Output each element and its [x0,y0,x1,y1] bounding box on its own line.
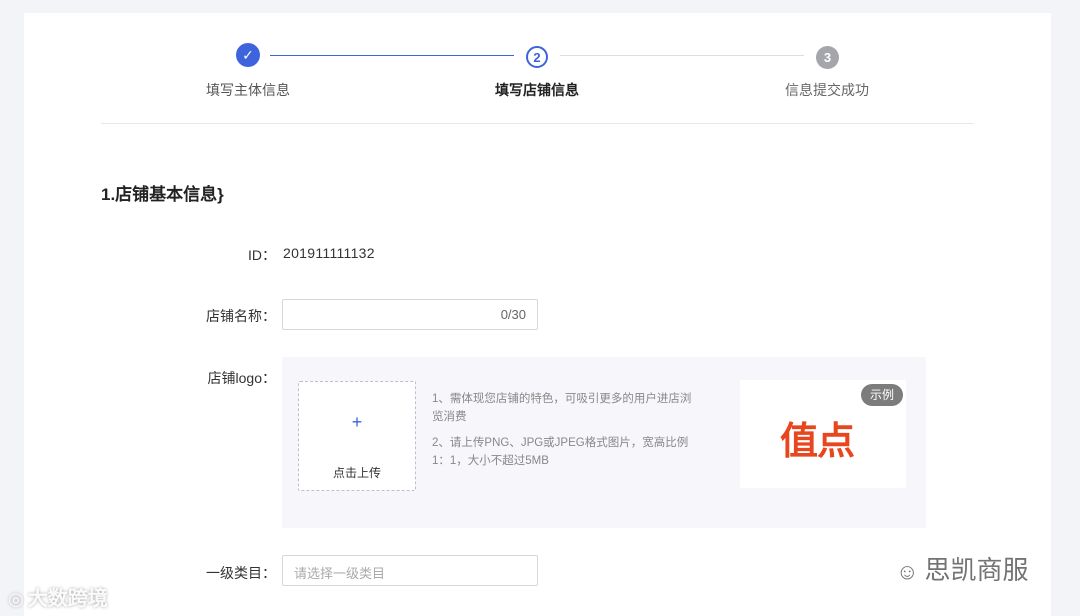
step-3-label: 信息提交成功 [785,82,869,98]
upload-tip-1: 1、需体现您店铺的特色，可吸引更多的用户进店浏览消费 [432,393,692,423]
id-value: 201911111132 [283,245,375,261]
store-logo-label: 店铺logo： [207,370,276,386]
watermark-left-text: 大数跨境 [27,588,108,610]
example-badge: 示例 [860,384,903,406]
plus-icon: + [351,412,363,432]
store-name-input[interactable]: 0/30 [282,299,538,330]
logo-upload-panel: + 点击上传 1、需体现您店铺的特色，可吸引更多的用户进店浏览消费 2、请上传P… [282,357,926,528]
id-label: ID： [248,247,276,263]
step-connector-2 [560,55,804,56]
store-name-char-counter: 0/30 [500,307,526,322]
upload-text: 点击上传 [332,466,381,480]
watermark-right-text: 思凯商服 [924,555,1029,585]
step-connector-1 [270,55,514,56]
watermark-left: ◎ 大数跨境 [8,582,108,611]
step-1-check-icon: ✓ [236,43,260,67]
category-placeholder: 请选择一级类目 [294,566,386,581]
category-label: 一级类目： [206,565,276,581]
logo-upload-button[interactable]: + 点击上传 [298,381,416,491]
store-name-label: 店铺名称： [206,308,276,324]
watermark-right: ☺ 思凯商服 [896,550,1028,587]
logo-example: 值点 示例 [740,380,906,488]
upload-tip-2: 2、请上传PNG、JPG或JPEG格式图片，宽高比例1：1，大小不超过5MB [432,437,689,467]
form-card: ✓ 2 3 填写主体信息 填写店铺信息 信息提交成功 1.店铺基本信息} ID：… [24,13,1051,616]
upload-tips: 1、需体现您店铺的特色，可吸引更多的用户进店浏览消费 2、请上传PNG、JPG或… [432,390,702,478]
watermark-logo-icon: ◎ [8,589,24,609]
stepper-divider [101,123,974,124]
step-2-label: 填写店铺信息 [495,82,579,98]
wechat-icon: ☺ [896,559,919,584]
example-logo-image: 值点 [780,421,855,463]
category-select[interactable]: 请选择一级类目 [282,555,538,586]
step-1-label: 填写主体信息 [206,82,290,98]
stepper: ✓ 2 3 填写主体信息 填写店铺信息 信息提交成功 [24,13,1051,123]
step-3-number: 3 [816,46,839,69]
step-2-number: 2 [526,46,548,68]
section-title: 1.店铺基本信息} [101,185,224,204]
